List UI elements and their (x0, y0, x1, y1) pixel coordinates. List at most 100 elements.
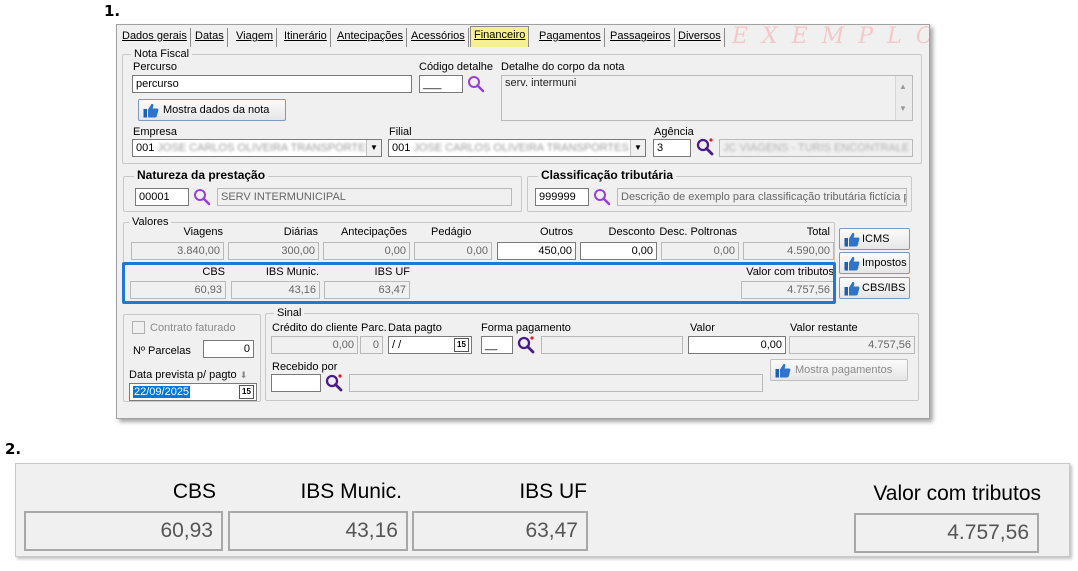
calendar-icon[interactable]: 15 (454, 338, 469, 352)
forma-pagamento-input[interactable]: __ (481, 336, 513, 354)
chevron-down-icon[interactable]: ▼ (630, 140, 645, 156)
mostra-pagamentos-button[interactable]: Mostra pagamentos (770, 359, 908, 381)
codigo-detalhe-label: Código detalhe (419, 61, 494, 73)
credito-cliente-field: 0,00 (271, 336, 358, 354)
watermark: EXEMPLO (732, 24, 930, 49)
empresa-select[interactable]: 001 JOSE CARLOS OLIVEIRA TRANSPORTES ▼ (132, 139, 382, 157)
pedagio-label: Pedágio (431, 226, 472, 238)
natureza-title: Natureza da prestação (134, 169, 269, 181)
tab-viagem[interactable]: Viagem (233, 28, 278, 47)
agencia-name: JC VIAGENS - TURIS ENCONTRALE (723, 142, 910, 154)
zoom-valor-tributos-label: Valor com tributos (873, 482, 1041, 505)
classificacao-desc-field: Descrição de exemplo para classificação … (617, 188, 907, 206)
filial-label: Filial (389, 126, 412, 138)
tab-dados-gerais[interactable]: Dados gerais (119, 28, 191, 47)
step-1-label: 1. (104, 2, 121, 20)
thumbs-up-icon (844, 256, 860, 271)
forma-pagamento-search-icon[interactable] (517, 336, 535, 354)
scroll-down-icon[interactable]: ▼ (899, 102, 907, 116)
zoomed-tax-panel: CBS IBS Munic. IBS UF Valor com tributos… (15, 463, 1070, 557)
agencia-input[interactable]: 3 (653, 139, 691, 157)
detalhe-corpo-label: Detalhe do corpo da nota (501, 61, 625, 73)
empresa-code: 001 (136, 142, 155, 154)
antecipacoes-field: 0,00 (323, 242, 410, 260)
desconto-input[interactable]: 0,00 (580, 242, 657, 260)
zoom-ibs-uf-field: 63,47 (412, 511, 588, 551)
data-pagto-label: Data pagto (388, 322, 442, 334)
filial-select[interactable]: 001 JOSE CARLOS OLIVEIRA TRANSPORTES ▼ (388, 139, 646, 157)
tab-datas[interactable]: Datas (192, 28, 228, 47)
outros-input[interactable]: 450,00 (497, 242, 576, 260)
tab-itinerario[interactable]: Itinerário (281, 28, 331, 47)
recebido-por-search-icon[interactable] (325, 374, 343, 392)
forma-pagamento-label: Forma pagamento (481, 322, 571, 334)
parc-field: 0 (360, 336, 383, 354)
desconto-label: Desconto (608, 226, 655, 238)
nota-fiscal-title: Nota Fiscal (131, 48, 193, 60)
zoom-valor-tributos-field: 4.757,56 (854, 513, 1039, 553)
recebido-por-label: Recebido por (272, 361, 338, 373)
arrow-down-icon: ⬇ (239, 370, 248, 380)
data-pagto-value: / / (392, 339, 402, 351)
empresa-name: JOSE CARLOS OLIVEIRA TRANSPORTES (157, 142, 373, 154)
cbs-ibs-button[interactable]: CBS/IBS (839, 277, 910, 299)
diarias-field: 300,00 (228, 242, 319, 260)
valor-input[interactable]: 0,00 (688, 336, 786, 354)
parcelas-label: Nº Parcelas (133, 345, 191, 357)
recebido-por-desc-field (349, 374, 763, 392)
total-field: 4.590,00 (743, 242, 834, 260)
icms-button-label: ICMS (862, 233, 890, 245)
credito-cliente-label: Crédito do cliente (272, 322, 358, 334)
impostos-button[interactable]: Impostos (839, 252, 910, 274)
desc-poltronas-field: 0,00 (661, 242, 739, 260)
mostra-dados-nota-label: Mostra dados da nota (163, 104, 270, 116)
detalhe-corpo-scrollbar[interactable]: ▲ ▼ (895, 76, 912, 120)
tab-financeiro[interactable]: Financeiro (470, 26, 530, 47)
tab-diversos[interactable]: Diversos (675, 28, 725, 47)
recebido-por-input[interactable] (271, 374, 321, 392)
impostos-button-label: Impostos (862, 257, 907, 269)
financeiro-window: Dados gerais Datas Viagem Itinerário Ant… (116, 24, 930, 419)
tab-acessorios[interactable]: Acessórios (408, 28, 469, 47)
agencia-label: Agência (654, 126, 694, 138)
forma-pagamento-desc-field (541, 336, 683, 354)
zoom-cbs-field: 60,93 (24, 511, 223, 551)
data-prevista-input[interactable]: 22/09/2025 15 (129, 383, 257, 401)
data-prevista-text: Data prevista p/ pagto (129, 369, 237, 381)
agencia-search-icon[interactable] (696, 138, 714, 156)
tab-antecipacoes[interactable]: Antecipações (334, 28, 408, 47)
icms-button[interactable]: ICMS (839, 228, 910, 250)
cbs-ibs-button-label: CBS/IBS (862, 282, 906, 294)
calendar-icon[interactable]: 15 (239, 385, 254, 399)
detalhe-corpo-text: serv. intermuni (505, 77, 577, 89)
codigo-detalhe-input[interactable]: ___ (419, 75, 463, 93)
percurso-input[interactable]: percurso (132, 75, 412, 93)
contrato-faturado-label: Contrato faturado (150, 322, 236, 334)
zoom-ibs-munic-label: IBS Munic. (300, 480, 402, 503)
natureza-search-icon[interactable] (193, 188, 211, 206)
tab-passageiros[interactable]: Passageiros (607, 28, 675, 47)
filial-name: JOSE CARLOS OLIVEIRA TRANSPORTES (413, 142, 629, 154)
classificacao-code-input[interactable]: 999999 (535, 188, 589, 206)
scroll-up-icon[interactable]: ▲ (899, 80, 907, 94)
percurso-label: Percurso (133, 61, 178, 73)
empresa-label: Empresa (133, 126, 178, 138)
natureza-desc-field: SERV INTERMUNICIPAL (217, 188, 512, 206)
data-pagto-input[interactable]: / / 15 (388, 336, 472, 354)
mostra-dados-nota-button[interactable]: Mostra dados da nota (138, 99, 286, 121)
parcelas-input[interactable]: 0 (203, 340, 254, 358)
desc-poltronas-label: Desc. Poltronas (659, 226, 737, 238)
tab-pagamentos[interactable]: Pagamentos (536, 28, 605, 47)
detalhe-corpo-textarea[interactable]: serv. intermuni ▲ ▼ (501, 75, 913, 121)
thumbs-up-icon (143, 103, 159, 118)
zoom-ibs-munic-field: 43,16 (228, 511, 408, 551)
contrato-faturado-checkbox[interactable] (132, 321, 145, 334)
valor-label: Valor (690, 322, 715, 334)
valor-restante-field: 4.757,56 (789, 336, 915, 354)
mostra-pagamentos-label: Mostra pagamentos (795, 364, 893, 376)
diarias-label: Diárias (283, 226, 318, 238)
natureza-code-input[interactable]: 00001 (135, 188, 189, 206)
codigo-detalhe-search-icon[interactable] (467, 75, 485, 93)
chevron-down-icon[interactable]: ▼ (366, 140, 381, 156)
classificacao-search-icon[interactable] (593, 188, 611, 206)
